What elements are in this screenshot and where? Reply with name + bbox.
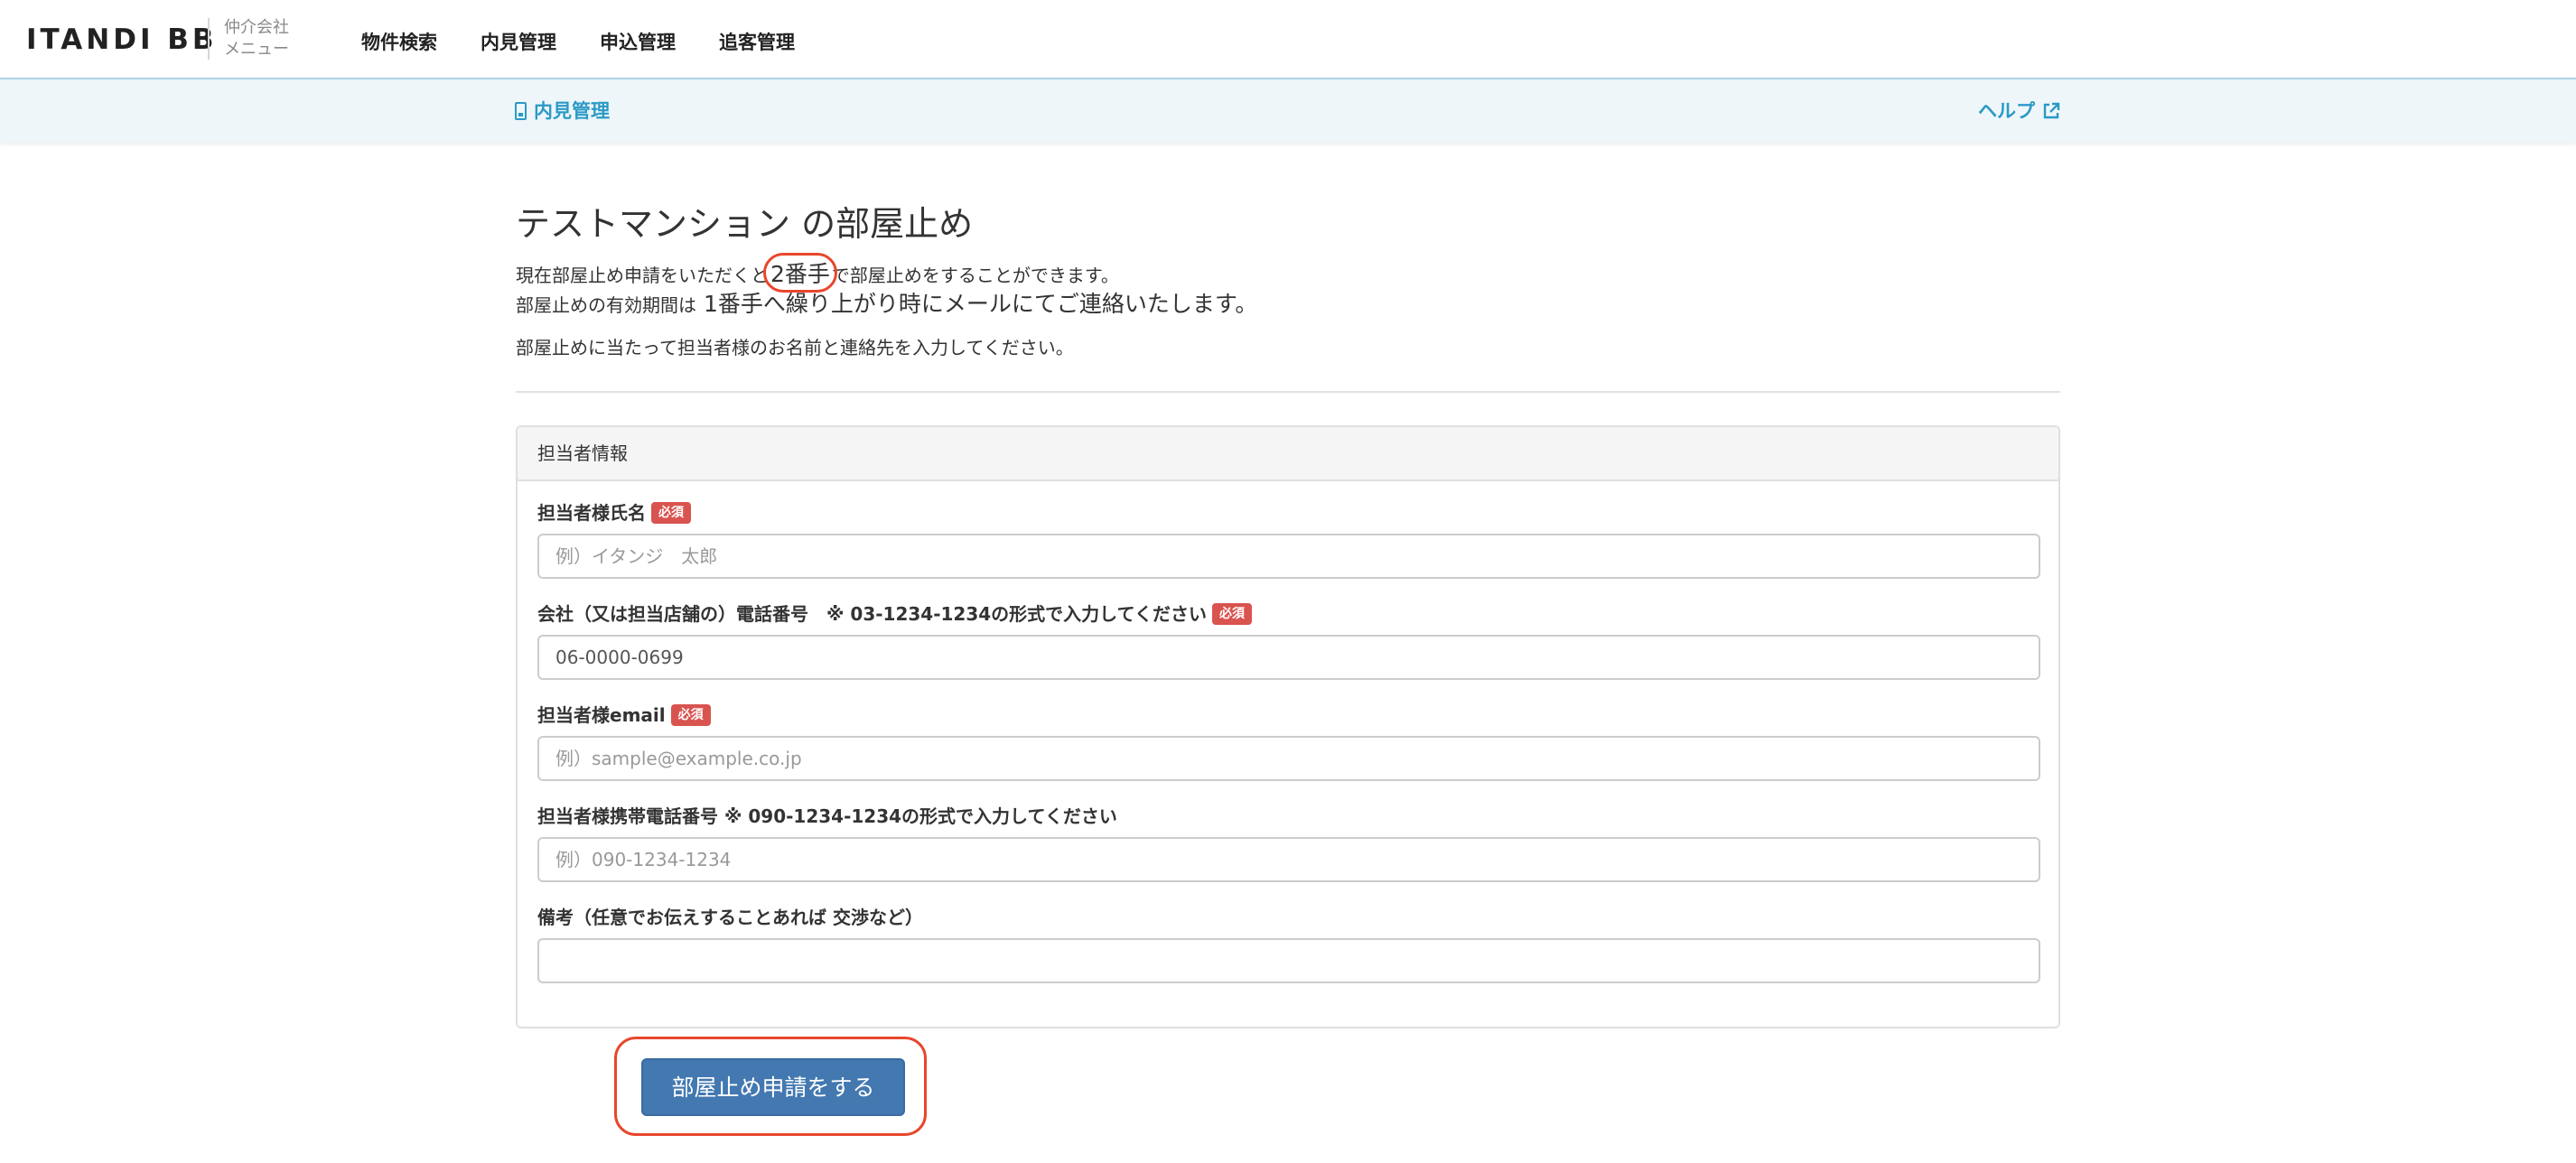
name-input[interactable] (537, 534, 2040, 579)
external-link-icon (2043, 102, 2060, 119)
field-company-phone: 会社（又は担当店舗の）電話番号 ※ 03-1234-1234の形式で入力してくだ… (537, 600, 2040, 680)
notes-label-text: 備考（任意でお伝えすることあれば 交渉など） (537, 907, 923, 928)
help-link[interactable]: ヘルプ (1978, 96, 2060, 126)
required-badge: 必須 (651, 502, 691, 524)
intro-text: 現在部屋止め申請をいただくと2番手 で部屋止めをすることができます。 部屋止めの有… (516, 253, 1257, 320)
name-label: 担当者様氏名 必須 (537, 499, 2040, 526)
nav-item-customer-management[interactable]: 追客管理 (719, 27, 795, 58)
breadcrumb-viewing-management[interactable]: 内見管理 (515, 96, 610, 126)
queue-position-highlight: 2番手 (763, 253, 837, 293)
logo-subtitle: 仲介会社 メニュー (224, 17, 289, 60)
notes-input[interactable] (537, 938, 2040, 983)
top-navbar: ITANDI BB 仲介会社 メニュー 物件検索 内見管理 申込管理 追客管理 (0, 0, 2576, 79)
field-notes: 備考（任意でお伝えすることあれば 交渉など） (537, 904, 2040, 983)
app-logo[interactable]: ITANDI BB (26, 23, 218, 56)
queue-position: 2番手 (770, 261, 830, 287)
help-label: ヘルプ (1978, 100, 2035, 122)
intro-line2-big: 1番手へ繰り上がり時にメールにてご連絡いたします。 (696, 291, 1258, 317)
company-phone-input[interactable] (537, 635, 2040, 680)
nav-item-viewing-management[interactable]: 内見管理 (481, 27, 556, 58)
intro-line1-before: 現在部屋止め申請をいただくと (516, 265, 769, 286)
panel-heading: 担当者情報 (518, 427, 2058, 481)
field-name: 担当者様氏名 必須 (537, 499, 2040, 579)
company-phone-label-text: 会社（又は担当店舗の）電話番号 ※ 03-1234-1234の形式で入力してくだ… (537, 603, 1207, 625)
logo-subtitle-line2: メニュー (224, 40, 289, 59)
required-badge: 必須 (670, 704, 711, 726)
intro-line-3: 部屋止めに当たって担当者様のお名前と連絡先を入力してください。 (516, 337, 1074, 358)
contact-info-panel: 担当者情報 担当者様氏名 必須 会社（又は担当店舗の）電話番号 ※ 03-123… (516, 425, 2060, 1028)
name-label-text: 担当者様氏名 (537, 502, 646, 524)
intro-line-2: 部屋止めの有効期間は 1番手へ繰り上がり時にメールにてご連絡いたします。 (516, 290, 1257, 320)
divider (516, 391, 2060, 393)
main-nav: 物件検索 内見管理 申込管理 追客管理 (361, 27, 838, 58)
email-label-text: 担当者様email (537, 704, 666, 726)
notes-label: 備考（任意でお伝えすることあれば 交渉など） (537, 904, 2040, 931)
breadcrumb-label: 内見管理 (534, 100, 610, 122)
intro-line1-after: で部屋止めをすることができます。 (831, 265, 1119, 286)
submit-room-hold-button[interactable]: 部屋止め申請をする (641, 1058, 905, 1116)
required-badge: 必須 (1211, 603, 1252, 625)
logo-divider (208, 18, 210, 60)
mobile-input[interactable] (537, 837, 2040, 882)
submit-annotation: 部屋止め申請をする (614, 1037, 927, 1136)
building-icon (515, 102, 527, 120)
email-input[interactable] (537, 736, 2040, 781)
nav-item-application-management[interactable]: 申込管理 (600, 27, 676, 58)
sub-header: 内見管理 ヘルプ (0, 79, 2576, 143)
intro-line-1: 現在部屋止め申請をいただくと2番手 で部屋止めをすることができます。 (516, 253, 1257, 293)
field-email: 担当者様email 必須 (537, 702, 2040, 781)
field-mobile: 担当者様携帯電話番号 ※ 090-1234-1234の形式で入力してください (537, 803, 2040, 882)
nav-item-property-search[interactable]: 物件検索 (361, 27, 437, 58)
email-label: 担当者様email 必須 (537, 702, 2040, 729)
page-title: テストマンション の部屋止め (516, 204, 974, 244)
logo-subtitle-line1: 仲介会社 (224, 18, 289, 37)
intro-line2-before: 部屋止めの有効期間は (516, 294, 696, 316)
company-phone-label: 会社（又は担当店舗の）電話番号 ※ 03-1234-1234の形式で入力してくだ… (537, 600, 2040, 628)
mobile-label: 担当者様携帯電話番号 ※ 090-1234-1234の形式で入力してください (537, 803, 2040, 830)
mobile-label-text: 担当者様携帯電話番号 ※ 090-1234-1234の形式で入力してください (537, 805, 1117, 827)
